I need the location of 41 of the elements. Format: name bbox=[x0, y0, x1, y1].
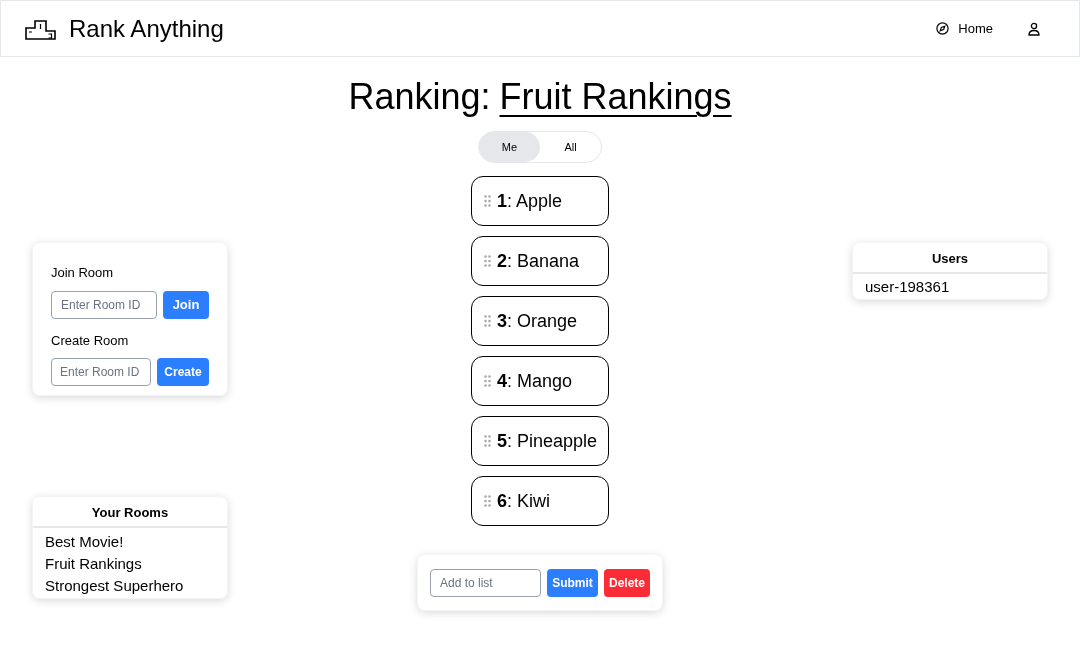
drag-handle-icon[interactable] bbox=[484, 495, 491, 507]
rank-item[interactable]: 1: Apple bbox=[471, 176, 609, 226]
users-heading: Users bbox=[853, 243, 1047, 274]
drag-handle-icon[interactable] bbox=[484, 195, 491, 207]
join-room-label: Join Room bbox=[51, 264, 115, 282]
rank-item[interactable]: 6: Kiwi bbox=[471, 476, 609, 526]
rank-item[interactable]: 3: Orange bbox=[471, 296, 609, 346]
create-button[interactable]: Create bbox=[157, 358, 209, 386]
item-label: 3: Orange bbox=[497, 309, 578, 333]
drag-handle-icon[interactable] bbox=[484, 375, 491, 387]
ranking-label: Ranking: bbox=[348, 75, 491, 119]
item-label: 6: Kiwi bbox=[497, 489, 551, 513]
ranking-title: Fruit Rankings bbox=[499, 75, 732, 119]
room-item[interactable]: Best Movie! bbox=[45, 531, 215, 553]
submit-button[interactable]: Submit bbox=[547, 568, 598, 597]
rank-item[interactable]: 4: Mango bbox=[471, 356, 609, 406]
join-button[interactable]: Join bbox=[163, 290, 209, 319]
user-name: user-198361 bbox=[865, 277, 951, 297]
drag-handle-icon[interactable] bbox=[484, 435, 491, 447]
create-room-label: Create Room bbox=[51, 331, 130, 350]
home-link[interactable]: Home bbox=[936, 18, 993, 39]
rank-item[interactable]: 2: Banana bbox=[471, 236, 609, 286]
item-label: 1: Apple bbox=[497, 189, 563, 213]
item-label: 4: Mango bbox=[497, 369, 573, 393]
item-label: 5: Pineapple bbox=[497, 429, 598, 453]
rooms-heading: Your Rooms bbox=[33, 497, 227, 528]
delete-button[interactable]: Delete bbox=[604, 568, 650, 597]
room-id-input[interactable]: Enter Room ID bbox=[51, 358, 151, 386]
room-item[interactable]: Fruit Rankings bbox=[45, 553, 215, 575]
drag-handle-icon[interactable] bbox=[484, 255, 491, 267]
item-label: 2: Banana bbox=[497, 249, 580, 273]
room-item[interactable]: Strongest Superhero bbox=[45, 575, 215, 597]
rank-item[interactable]: 5: Pineapple bbox=[471, 416, 609, 466]
view-tab[interactable]: All bbox=[540, 132, 601, 162]
compass-icon bbox=[936, 22, 950, 35]
drag-handle-icon[interactable] bbox=[484, 315, 491, 327]
view-tab[interactable]: Me bbox=[479, 132, 540, 162]
app-title: Rank Anything bbox=[69, 13, 224, 44]
user-icon[interactable] bbox=[1027, 21, 1041, 36]
room-id-input[interactable]: Enter Room ID bbox=[51, 290, 157, 319]
add-item-input[interactable]: Add to list bbox=[430, 568, 541, 597]
